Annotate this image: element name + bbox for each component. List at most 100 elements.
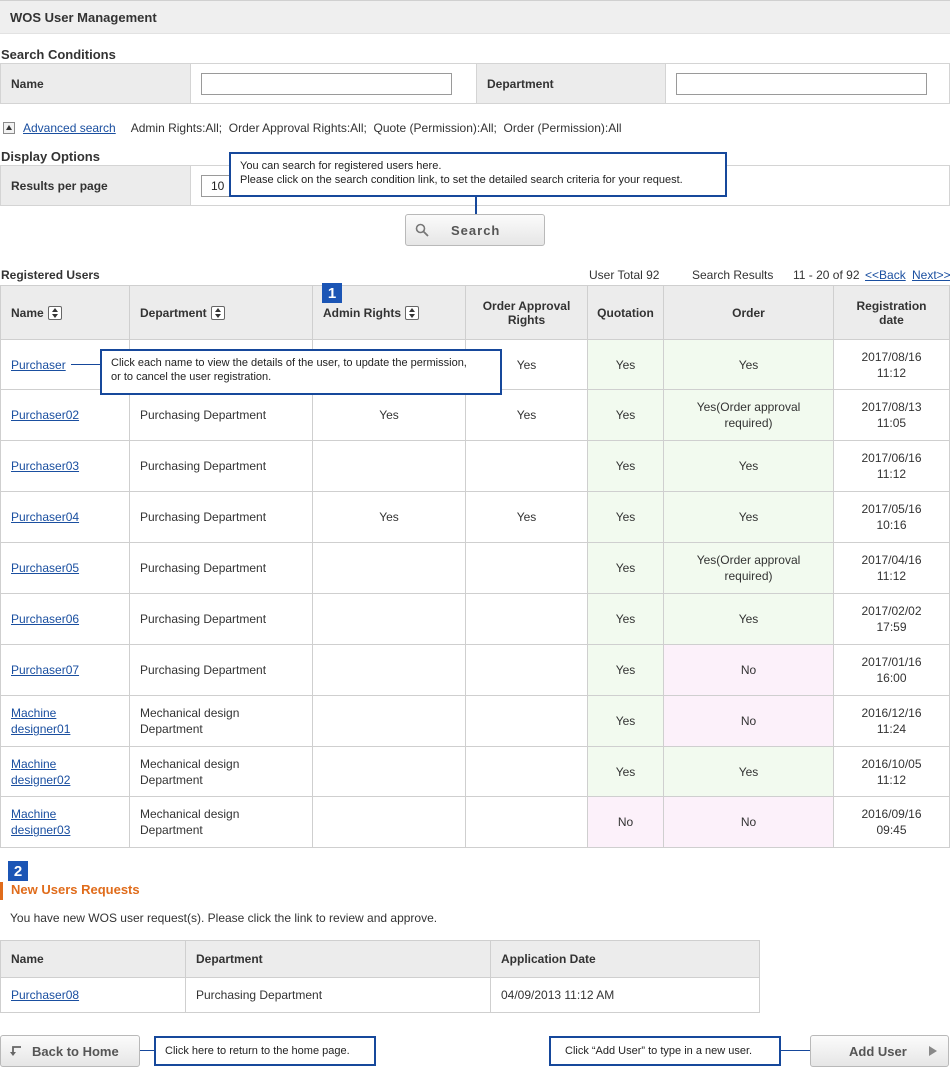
user-department-value: Mechanical design Department (140, 706, 240, 736)
new-requests-description: You have new WOS user request(s). Please… (10, 911, 438, 925)
order-value: Yes (738, 764, 759, 779)
user-department-value: Mechanical design Department (140, 756, 240, 787)
user-name-link[interactable]: Purchaser07 (11, 662, 79, 678)
sort-icon[interactable] (47, 305, 62, 320)
user-name-link[interactable]: Purchaser05 (11, 560, 79, 576)
department-label: Department (476, 64, 666, 103)
search-button[interactable]: Search (405, 214, 545, 246)
user-name-link[interactable]: Purchaser03 (11, 458, 79, 474)
table-row: Machine designer02 Mechanical design Depa… (1, 747, 950, 797)
search-button-label: Search (451, 222, 501, 238)
order-cell: Yes (664, 492, 834, 543)
user-name-link[interactable]: Machine designer01 (11, 705, 70, 737)
order-cell: No (664, 696, 834, 747)
quotation-value: Yes (615, 764, 636, 779)
order-approval-cell (466, 747, 588, 797)
col-header-quotation: Quotation (588, 286, 664, 340)
quotation-value: Yes (615, 510, 636, 524)
admin-rights-value: Yes (379, 510, 399, 524)
user-department-value: Purchasing Department (140, 561, 267, 575)
pagination-back-link[interactable]: <<Back (865, 268, 906, 282)
req-col-department: Department (186, 941, 491, 978)
admin-rights-cell: Yes (313, 492, 466, 543)
user-department-value: Purchasing Department (140, 408, 267, 422)
department-input[interactable] (676, 73, 927, 95)
table-row: Purchaser05 Purchasing Department Yes Yes(O… (1, 543, 950, 594)
page-header: WOS User Management (0, 0, 950, 34)
quotation-value: Yes (615, 408, 636, 422)
user-name-cell: Machine designer03 (1, 797, 130, 848)
quotation-cell: Yes (588, 594, 664, 645)
table-row: Purchaser02 Purchasing Department Yes Yes Ye… (1, 390, 950, 441)
order-cell: Yes(Order approval required) (664, 543, 834, 594)
sort-icon[interactable] (405, 305, 419, 320)
table-row: Purchaser04 Purchasing Department Yes Yes Ye… (1, 492, 950, 543)
user-name-cell: Purchaser07 (1, 645, 130, 696)
add-user-help-callout: Click “Add User” to type in a new user. (549, 1036, 781, 1066)
table-row: Purchaser03 Purchasing Department Yes Yes 20… (1, 441, 950, 492)
user-name-link[interactable]: Purchaser04 (11, 509, 79, 525)
quotation-value: Yes (615, 459, 636, 473)
order-value: Yes (738, 459, 759, 473)
registration-date-value: 2016/09/16 09:45 (861, 807, 922, 837)
back-to-home-button[interactable]: Back to Home (0, 1035, 140, 1067)
admin-rights-cell (313, 594, 466, 645)
back-to-home-label: Back to Home (32, 1043, 119, 1059)
quotation-cell: No (588, 797, 664, 848)
order-value: Yes(Order approval required) (696, 553, 801, 583)
quotation-value: Yes (615, 663, 636, 677)
pagination-next-link[interactable]: Next>> (912, 268, 950, 282)
quotation-value: Yes (615, 714, 636, 728)
user-name-link[interactable]: Purchaser (11, 357, 66, 373)
admin-rights-cell (313, 441, 466, 492)
add-user-button[interactable]: Add User (810, 1035, 949, 1067)
order-approval-cell: Yes (466, 492, 588, 543)
col-header-name[interactable]: Name (1, 286, 130, 340)
name-input[interactable] (201, 73, 452, 95)
user-name-link[interactable]: Machine designer03 (11, 806, 70, 838)
registration-date-cell: 2017/01/16 16:00 (834, 645, 950, 696)
order-approval-value: Yes (516, 357, 537, 372)
user-department-cell: Purchasing Department (130, 492, 313, 543)
admin-rights-cell (313, 543, 466, 594)
order-approval-cell (466, 696, 588, 747)
user-name-cell: Purchaser02 (1, 390, 130, 441)
admin-rights-cell (313, 747, 466, 797)
page-title: WOS User Management (10, 10, 157, 25)
user-name-link[interactable]: Purchaser06 (11, 611, 79, 627)
search-results-label: Search Results (692, 268, 774, 282)
user-name-link[interactable]: Machine designer02 (11, 756, 70, 788)
user-department-value: Purchasing Department (140, 510, 267, 524)
registration-date-cell: 2017/05/16 10:16 (834, 492, 950, 543)
toggle-triangle-icon[interactable] (3, 122, 15, 134)
registration-date-cell: 2016/10/05 11:12 (834, 747, 950, 797)
req-header-row: Name Department Application Date (1, 941, 760, 978)
registration-date-cell: 2017/02/02 17:59 (834, 594, 950, 645)
step-badge-2: 2 (8, 861, 28, 881)
order-value: Yes (738, 612, 759, 626)
request-name-link[interactable]: Purchaser08 (11, 988, 79, 1002)
add-user-callout-leader (781, 1050, 810, 1051)
request-department: Purchasing Department (186, 978, 491, 1013)
quotation-cell: Yes (588, 441, 664, 492)
order-cell: Yes (664, 441, 834, 492)
user-department-cell: Purchasing Department (130, 543, 313, 594)
col-header-department[interactable]: Department (130, 286, 313, 340)
order-cell: Yes (664, 594, 834, 645)
advanced-search-link[interactable]: Advanced search (23, 121, 116, 135)
sort-icon[interactable] (210, 305, 225, 320)
order-cell: Yes (664, 340, 834, 390)
registration-date-cell: 2016/12/16 11:24 (834, 696, 950, 747)
registration-date-cell: 2016/09/16 09:45 (834, 797, 950, 848)
quotation-cell: Yes (588, 340, 664, 390)
col-header-order: Order (664, 286, 834, 340)
admin-rights-cell (313, 645, 466, 696)
registration-date-value: 2017/01/16 16:00 (861, 655, 922, 685)
user-name-link[interactable]: Purchaser02 (11, 407, 79, 423)
order-value: No (740, 663, 757, 677)
user-department-cell: Purchasing Department (130, 594, 313, 645)
step-badge-1: 1 (322, 283, 342, 303)
user-department-value: Purchasing Department (140, 612, 267, 626)
user-department-value: Purchasing Department (140, 459, 267, 473)
user-department-value: Mechanical design Department (140, 807, 240, 837)
